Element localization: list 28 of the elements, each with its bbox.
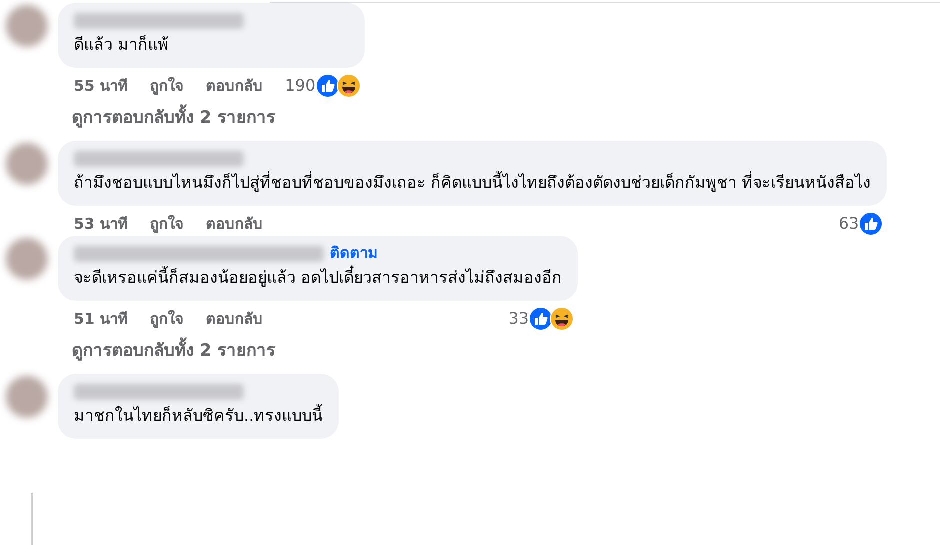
timestamp-link[interactable]: 51 นาที — [74, 308, 128, 330]
view-replies-link[interactable]: ดูการตอบกลับทั้ง 2 รายการ — [6, 98, 952, 142]
view-replies-link[interactable]: ดูการตอบกลับทั้ง 2 รายการ — [6, 330, 952, 374]
follow-link[interactable]: ติดตาม — [330, 242, 378, 266]
comment-text: จะดีเหรอแค่นี้ก็สมองน้อยอยู่แล้ว อดไปเดี๋ยวสารอาหารส่งไม่ถึงสมองอีก — [74, 266, 562, 291]
reaction-count[interactable]: 190 — [285, 74, 316, 98]
reaction-count[interactable]: 33 — [508, 306, 530, 331]
like-link[interactable]: ถูกใจ — [150, 74, 184, 98]
laughing-face-icon — [550, 306, 574, 331]
like-link[interactable]: ถูกใจ — [150, 212, 184, 236]
thumbs-up-icon — [529, 306, 554, 331]
thumbs-up-icon — [316, 74, 340, 98]
reply-link[interactable]: ตอบกลับ — [206, 308, 264, 330]
comment-text: ถ้ามึงชอบแบบไหนมึงก็ไปสู่ที่ชอบที่ชอบของมึงเถอะ ก็คิดแบบนี้ไงไทยถึงต้องตัดงบช่วยเด็กกัมพูชา ที่จะเรียนหนังสือไง — [74, 171, 872, 194]
reply-link[interactable]: ตอบกลับ — [206, 212, 264, 236]
reaction-count[interactable]: 63 — [838, 212, 860, 236]
like-link[interactable]: ถูกใจ — [150, 308, 184, 330]
comment-text: มาชกในไทยก็หลับซิครับ..ทรงแบบนี้ — [74, 404, 324, 428]
timestamp-link[interactable]: 53 นาที — [74, 212, 128, 236]
avatar — [6, 143, 48, 186]
avatar — [6, 376, 48, 418]
timestamp-link[interactable]: 55 นาที — [74, 74, 128, 98]
comment-text: ดีแล้ว มาก็แพ้ — [74, 34, 170, 56]
avatar — [6, 5, 48, 47]
thumbs-up-icon — [859, 212, 884, 236]
reply-link[interactable]: ตอบกลับ — [206, 74, 264, 98]
avatar — [6, 238, 48, 280]
laughing-face-icon — [336, 74, 361, 98]
